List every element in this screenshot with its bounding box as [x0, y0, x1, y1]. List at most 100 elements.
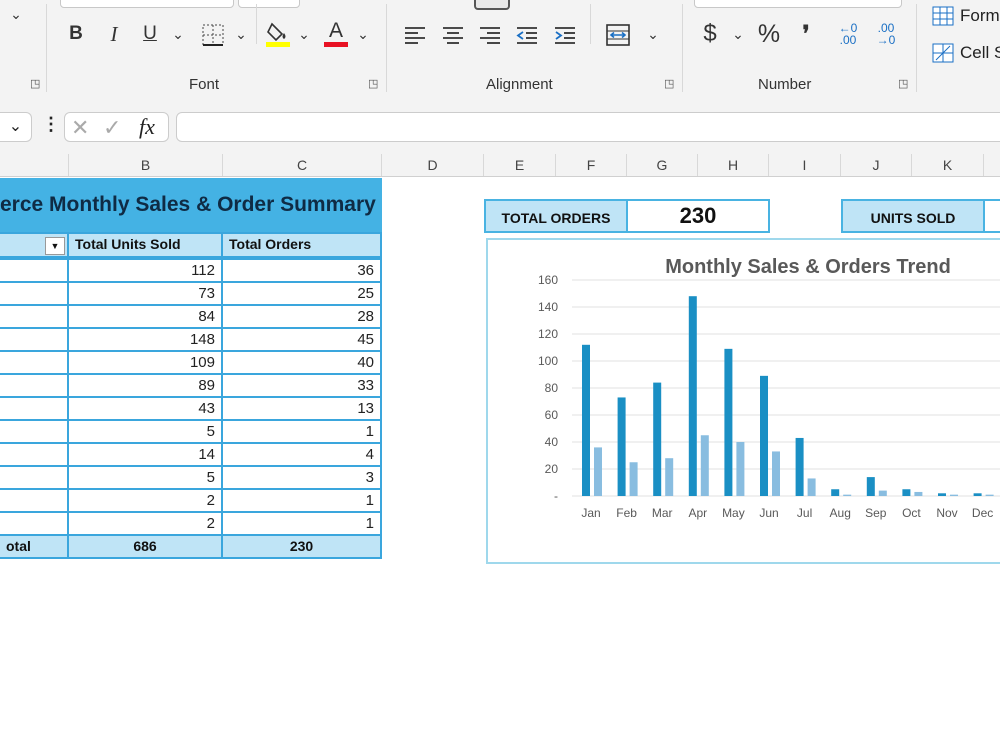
column-header-k[interactable]: K	[912, 154, 984, 176]
total-units-cell[interactable]: 686	[67, 534, 223, 559]
units-cell[interactable]: 2	[67, 488, 223, 513]
chevron-down-icon[interactable]: ⌄	[170, 22, 186, 46]
orders-cell[interactable]: 3	[221, 465, 382, 490]
column-header-i[interactable]: I	[769, 154, 841, 176]
chevron-down-icon[interactable]: ⌄	[296, 22, 312, 46]
percent-button[interactable]: %	[756, 22, 782, 47]
borders-icon[interactable]	[202, 24, 224, 46]
units-cell[interactable]: 73	[67, 281, 223, 306]
month-cell[interactable]	[0, 465, 69, 490]
orders-cell[interactable]: 1	[221, 488, 382, 513]
column-header-g[interactable]: G	[627, 154, 698, 176]
column-header-h[interactable]: H	[698, 154, 769, 176]
font-size-select[interactable]	[238, 0, 300, 8]
month-cell[interactable]	[0, 373, 69, 398]
units-cell[interactable]: 84	[67, 304, 223, 329]
bar-series2-jan[interactable]	[594, 447, 602, 496]
chevron-down-icon[interactable]: ⌄	[233, 22, 249, 46]
chevron-down-icon[interactable]: ⌄	[645, 22, 661, 46]
column-header-c[interactable]: C	[223, 154, 382, 176]
bar-series1-dec[interactable]	[973, 493, 982, 496]
bar-series1-aug[interactable]	[831, 489, 840, 496]
decrease-indent-icon[interactable]	[516, 25, 538, 50]
bar-series2-feb[interactable]	[629, 462, 638, 496]
dialog-launcher-icon[interactable]: ◳	[664, 78, 676, 90]
units-cell[interactable]: 112	[67, 258, 223, 283]
comma-style-button[interactable]: ❜	[796, 22, 816, 46]
dialog-launcher-icon[interactable]: ◳	[30, 78, 42, 90]
bar-series1-apr[interactable]	[688, 296, 697, 496]
orders-cell[interactable]: 13	[221, 396, 382, 421]
total-label-cell[interactable]: otal	[0, 534, 69, 559]
orders-cell[interactable]: 40	[221, 350, 382, 375]
orders-cell[interactable]: 25	[221, 281, 382, 306]
header-month-cell[interactable]: ▼	[0, 232, 69, 258]
bar-series1-sep[interactable]	[866, 477, 875, 496]
decrease-decimal-button[interactable]: .00 →0	[872, 22, 900, 46]
month-cell[interactable]	[0, 350, 69, 375]
bar-series1-feb[interactable]	[617, 397, 626, 496]
more-options-icon[interactable]: ⋮	[42, 114, 60, 135]
bar-series2-jun[interactable]	[772, 451, 780, 496]
number-format-select[interactable]	[694, 0, 902, 8]
total-orders-cell[interactable]: 230	[221, 534, 382, 559]
bar-series2-aug[interactable]	[843, 494, 852, 496]
bar-series2-nov[interactable]	[950, 494, 958, 496]
bar-series1-jun[interactable]	[760, 375, 768, 496]
orders-cell[interactable]: 4	[221, 442, 382, 467]
increase-indent-icon[interactable]	[554, 25, 576, 50]
units-cell[interactable]: 14	[67, 442, 223, 467]
units-cell[interactable]: 109	[67, 350, 223, 375]
format-as-table-icon[interactable]	[932, 6, 954, 31]
orders-cell[interactable]: 45	[221, 327, 382, 352]
units-cell[interactable]: 89	[67, 373, 223, 398]
month-cell[interactable]	[0, 511, 69, 536]
cancel-icon[interactable]: ✕	[71, 115, 89, 141]
month-cell[interactable]	[0, 396, 69, 421]
merge-center-icon[interactable]	[606, 23, 630, 52]
orders-cell[interactable]: 28	[221, 304, 382, 329]
filter-dropdown-icon[interactable]: ▼	[45, 237, 65, 255]
cell-styles-label[interactable]: Cell S	[960, 43, 1000, 63]
bar-series2-may[interactable]	[736, 442, 745, 496]
orders-cell[interactable]: 1	[221, 511, 382, 536]
formula-input[interactable]	[176, 112, 1000, 142]
dialog-launcher-icon[interactable]: ◳	[368, 78, 380, 90]
units-cell[interactable]: 2	[67, 511, 223, 536]
bar-series1-oct[interactable]	[902, 489, 911, 496]
orders-cell[interactable]: 33	[221, 373, 382, 398]
format-as-table-label[interactable]: Form	[960, 6, 1000, 26]
column-header-e[interactable]: E	[484, 154, 556, 176]
month-cell[interactable]	[0, 281, 69, 306]
font-color-icon[interactable]: A	[324, 20, 348, 48]
align-center-icon[interactable]	[442, 25, 464, 50]
month-cell[interactable]	[0, 419, 69, 444]
bar-series1-nov[interactable]	[938, 493, 946, 496]
header-units-cell[interactable]: Total Units Sold	[67, 232, 223, 258]
units-cell[interactable]: 5	[67, 419, 223, 444]
bar-series1-mar[interactable]	[653, 382, 662, 496]
cell-styles-icon[interactable]	[932, 43, 954, 68]
bar-series2-apr[interactable]	[700, 435, 709, 496]
month-cell[interactable]	[0, 442, 69, 467]
bar-series2-mar[interactable]	[665, 458, 674, 496]
header-orders-cell[interactable]: Total Orders	[221, 232, 382, 258]
align-left-icon[interactable]	[404, 25, 426, 50]
name-box-dropdown[interactable]: ⌄	[0, 112, 32, 142]
orders-cell[interactable]: 36	[221, 258, 382, 283]
bar-series1-may[interactable]	[724, 348, 733, 496]
units-cell[interactable]: 5	[67, 465, 223, 490]
increase-decimal-button[interactable]: ←0 .00	[834, 22, 862, 46]
month-cell[interactable]	[0, 327, 69, 352]
underline-button[interactable]: U	[140, 22, 160, 46]
dialog-launcher-icon[interactable]: ◳	[898, 78, 910, 90]
units-cell[interactable]: 43	[67, 396, 223, 421]
month-cell[interactable]	[0, 304, 69, 329]
month-cell[interactable]	[0, 488, 69, 513]
column-header-f[interactable]: F	[556, 154, 627, 176]
chevron-down-icon[interactable]: ⌄	[8, 2, 24, 26]
column-header-a[interactable]	[0, 154, 69, 176]
chevron-down-icon[interactable]: ⌄	[355, 22, 371, 46]
column-header-j[interactable]: J	[841, 154, 912, 176]
sales-orders-chart[interactable]: Monthly Sales & Orders Trend 160 140 120 100…	[486, 238, 1000, 564]
